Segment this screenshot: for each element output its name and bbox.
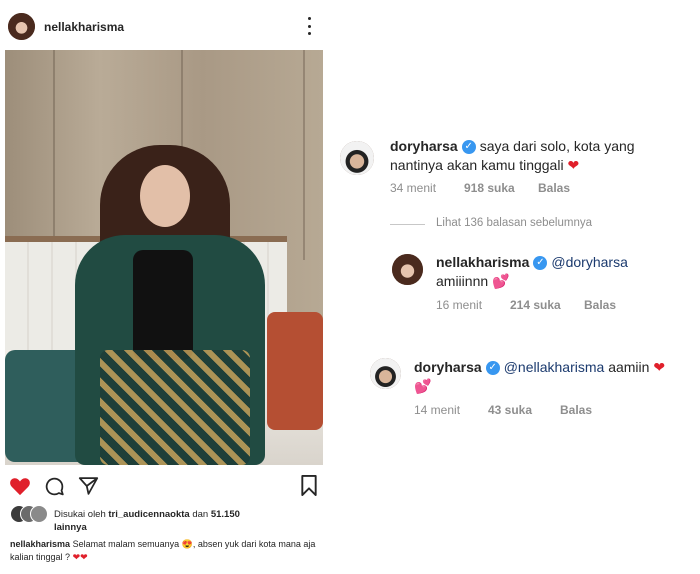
comment-icon[interactable] bbox=[44, 476, 65, 497]
reply-button[interactable]: Balas bbox=[560, 403, 592, 417]
reply-likes[interactable]: 43 suka bbox=[488, 403, 532, 417]
likes-count[interactable]: 51.150 bbox=[211, 509, 240, 520]
reply-emoji: 💕 bbox=[414, 378, 432, 394]
liker-username[interactable]: tri_audicennaokta bbox=[108, 509, 189, 520]
more-icon[interactable] bbox=[306, 17, 312, 35]
verified-icon: ✓ bbox=[461, 140, 476, 155]
likes-suffix[interactable]: lainnya bbox=[54, 522, 87, 533]
comment-emoji: ❤ bbox=[567, 157, 580, 173]
reply-time: 14 menit bbox=[414, 403, 461, 417]
reply-emoji-inline: ❤ bbox=[653, 359, 666, 375]
divider bbox=[390, 224, 425, 225]
reply-avatar[interactable] bbox=[392, 254, 423, 285]
post-photo[interactable] bbox=[5, 50, 323, 465]
reply-text: aamiin bbox=[608, 359, 650, 375]
reply-body: doryharsa ✓ @nellakharisma aamiin ❤ 💕 bbox=[414, 358, 700, 396]
reply-mention[interactable]: @nellakharisma bbox=[504, 359, 605, 375]
reply-avatar[interactable] bbox=[370, 358, 401, 389]
view-replies-link[interactable]: Lihat 136 balasan sebelumnya bbox=[436, 217, 592, 229]
reply-username[interactable]: nellakharisma bbox=[436, 254, 529, 270]
reply-text: amiiinnn bbox=[436, 273, 489, 289]
caption-username[interactable]: nellakharisma bbox=[10, 539, 70, 549]
comment-username[interactable]: doryharsa bbox=[390, 138, 458, 154]
comment-text-line2: nantinya akan kamu tinggali bbox=[390, 157, 564, 173]
comment-body: doryharsa ✓ saya dari solo, kota yang nant… bbox=[390, 137, 690, 175]
reply-likes[interactable]: 214 suka bbox=[510, 298, 561, 312]
comment-avatar[interactable] bbox=[340, 141, 374, 175]
share-icon[interactable] bbox=[78, 476, 99, 496]
reply-button[interactable]: Balas bbox=[538, 181, 570, 195]
verified-icon: ✓ bbox=[533, 256, 548, 271]
reply-emoji: 💕 bbox=[492, 273, 510, 289]
likes-prefix: Disukai oleh bbox=[54, 509, 106, 520]
bookmark-icon[interactable] bbox=[300, 475, 318, 496]
reply-body: nellakharisma ✓ @doryharsa amiiinnn 💕 bbox=[436, 253, 696, 291]
comment-time: 34 menit bbox=[390, 181, 437, 195]
verified-icon: ✓ bbox=[485, 361, 500, 376]
post-caption: nellakharisma Selamat malam semuanya 😍, … bbox=[10, 538, 330, 564]
reply-mention[interactable]: @doryharsa bbox=[551, 254, 627, 270]
reply-time: 16 menit bbox=[436, 298, 483, 312]
post-author-username[interactable]: nellakharisma bbox=[44, 20, 124, 34]
reply-button[interactable]: Balas bbox=[584, 298, 616, 312]
likes-summary[interactable]: Disukai oleh tri_audicennaokta dan 51.15… bbox=[54, 508, 304, 534]
caption-hearts: ❤❤ bbox=[72, 552, 88, 562]
likes-conj: dan bbox=[192, 509, 209, 520]
heart-icon[interactable] bbox=[9, 476, 31, 496]
post-author-avatar[interactable] bbox=[8, 13, 35, 40]
liker-avatars bbox=[10, 505, 50, 523]
comment-text: saya dari solo, kota yang bbox=[479, 138, 635, 154]
post-header: nellakharisma bbox=[0, 0, 330, 50]
comment-likes[interactable]: 918 suka bbox=[464, 181, 515, 195]
reply-username[interactable]: doryharsa bbox=[414, 359, 482, 375]
